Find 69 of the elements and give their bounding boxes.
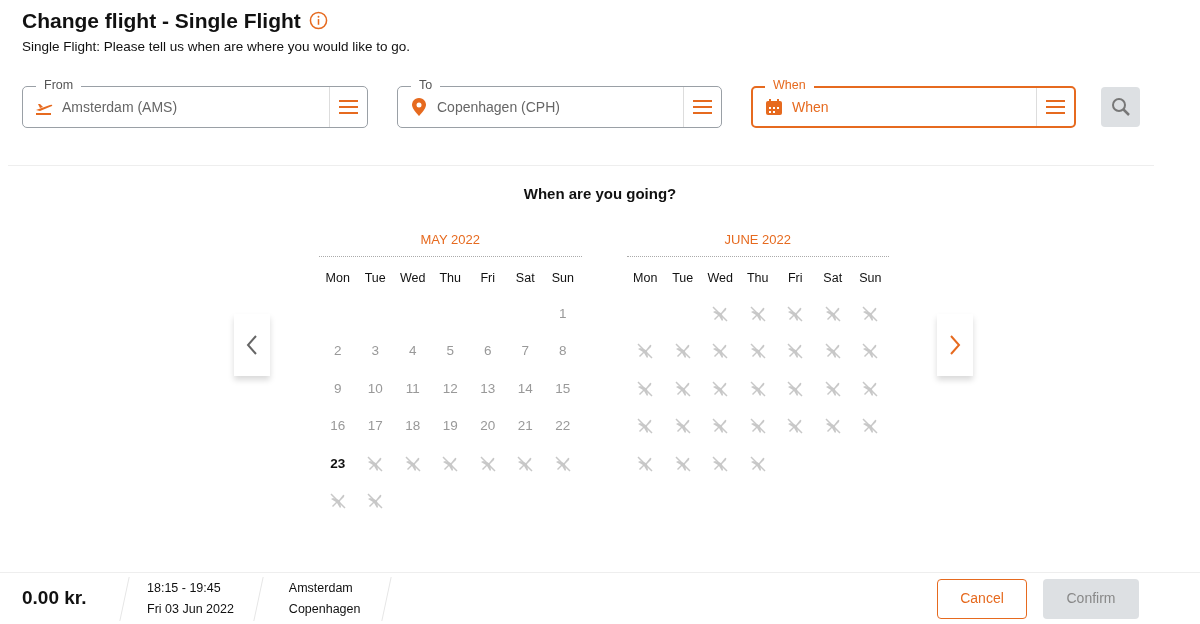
info-icon[interactable] (308, 11, 328, 31)
no-flight-icon (822, 303, 843, 324)
calendar-day: 6 (484, 341, 492, 362)
calendar-day[interactable]: 23 (330, 453, 346, 474)
subtitle: Single Flight: Please tell us when are where you would like to go. (22, 38, 411, 57)
weekday-label: Tue (363, 269, 387, 287)
calendar-day: 18 (405, 416, 421, 437)
no-flight-icon (747, 303, 768, 324)
next-month-button[interactable] (937, 314, 973, 377)
flight-date: Fri 03 Jun 2022 (147, 600, 234, 618)
calendar-day: 19 (442, 416, 458, 437)
weekday-label: Fri (479, 269, 497, 287)
destination-city: Copenhagen (288, 600, 361, 618)
calendar-day: 7 (521, 341, 529, 362)
weekday-label: Wed (706, 269, 734, 287)
calendar-day: 21 (517, 416, 533, 437)
no-flight-icon (672, 453, 693, 474)
calendar-day: 14 (517, 378, 533, 399)
calendar-day: 13 (480, 378, 496, 399)
calendar-day: 20 (480, 416, 496, 437)
no-flight-icon (402, 453, 423, 474)
weekday-label: Mon (632, 269, 659, 287)
calendar-day: 5 (446, 341, 454, 362)
origin-city: Amsterdam (288, 579, 354, 597)
calendar-day: 8 (559, 341, 567, 362)
search-icon (1110, 97, 1131, 118)
weekday-label: Tue (671, 269, 695, 287)
calendar-day: 17 (367, 416, 383, 437)
weekday-label: Fri (786, 269, 804, 287)
calendar-day: 22 (555, 416, 571, 437)
no-flight-icon (672, 378, 693, 399)
menu-icon[interactable] (693, 100, 712, 115)
weekday-label: Mon (324, 269, 351, 287)
no-flight-icon (477, 453, 498, 474)
weekday-label: Thu (438, 269, 462, 287)
weekday-label: Wed (399, 269, 427, 287)
calendar-day: 16 (330, 416, 346, 437)
calendar-day: 15 (555, 378, 571, 399)
menu-icon[interactable] (339, 100, 358, 115)
price: 0.00 kr. (22, 586, 88, 611)
menu-icon[interactable] (1046, 100, 1065, 115)
no-flight-icon (822, 378, 843, 399)
calendar-day: 1 (559, 303, 567, 324)
weekday-label: Thu (745, 269, 770, 287)
calendar-day: 11 (405, 378, 420, 399)
weekday-label: Sun (550, 269, 575, 287)
location-pin-icon (409, 97, 429, 118)
chevron-left-icon (246, 334, 258, 357)
previous-month-button[interactable] (234, 314, 270, 377)
month-title: MAY 2022 (319, 230, 582, 257)
calendar-day: 9 (334, 378, 342, 399)
month-title: JUNE 2022 (626, 230, 889, 257)
calendar-day: 10 (367, 378, 383, 399)
flight-time: 18:15 - 19:45 (147, 579, 222, 597)
weekday-label: Sun (858, 269, 883, 287)
calendar-day: 12 (442, 378, 458, 399)
no-flight-icon (552, 453, 573, 474)
calendar-icon (764, 97, 784, 118)
weekday-label: Sat (822, 269, 844, 287)
no-flight-icon (747, 378, 768, 399)
page-title: Change flight - Single Flight (22, 8, 301, 34)
calendar-heading: When are you going? (523, 185, 677, 203)
calendar-day: 2 (334, 341, 342, 362)
chevron-right-icon (949, 334, 961, 357)
calendar-day: 3 (371, 341, 379, 362)
search-button[interactable] (1101, 87, 1140, 128)
weekday-label: Sat (514, 269, 536, 287)
no-flight-icon (747, 453, 768, 474)
calendar-day: 4 (409, 341, 417, 362)
